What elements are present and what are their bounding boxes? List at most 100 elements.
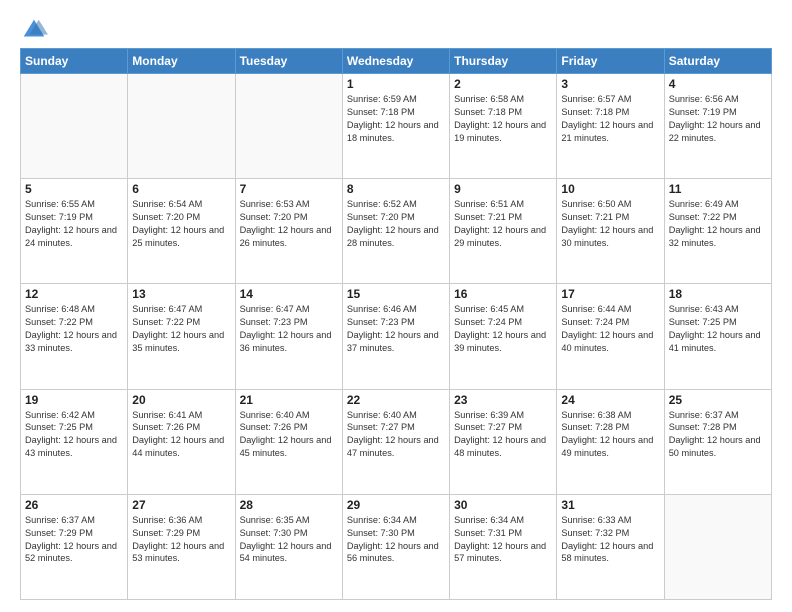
- day-number: 10: [561, 182, 659, 196]
- day-number: 3: [561, 77, 659, 91]
- day-info: Sunrise: 6:44 AMSunset: 7:24 PMDaylight:…: [561, 303, 659, 355]
- day-number: 29: [347, 498, 445, 512]
- day-number: 30: [454, 498, 552, 512]
- day-cell: 11 Sunrise: 6:49 AMSunset: 7:22 PMDayligh…: [664, 179, 771, 284]
- logo-icon: [20, 16, 48, 44]
- day-number: 9: [454, 182, 552, 196]
- day-info: Sunrise: 6:53 AMSunset: 7:20 PMDaylight:…: [240, 198, 338, 250]
- col-header-sunday: Sunday: [21, 49, 128, 74]
- day-number: 5: [25, 182, 123, 196]
- header: [20, 16, 772, 44]
- day-info: Sunrise: 6:59 AMSunset: 7:18 PMDaylight:…: [347, 93, 445, 145]
- day-cell: 24Sunrise: 6:38 AMSunset: 7:28 PMDayligh…: [557, 389, 664, 494]
- calendar-table: SundayMondayTuesdayWednesdayThursdayFrid…: [20, 48, 772, 600]
- day-cell: [235, 74, 342, 179]
- day-cell: 7 Sunrise: 6:53 AMSunset: 7:20 PMDaylight…: [235, 179, 342, 284]
- day-cell: 18Sunrise: 6:43 AMSunset: 7:25 PMDayligh…: [664, 284, 771, 389]
- day-info: Sunrise: 6:56 AMSunset: 7:19 PMDaylight:…: [669, 93, 767, 145]
- logo: [20, 16, 52, 44]
- day-info: Sunrise: 6:51 AMSunset: 7:21 PMDaylight:…: [454, 198, 552, 250]
- day-cell: [664, 494, 771, 599]
- day-number: 4: [669, 77, 767, 91]
- day-info: Sunrise: 6:34 AMSunset: 7:30 PMDaylight:…: [347, 514, 445, 566]
- day-info: Sunrise: 6:47 AMSunset: 7:22 PMDaylight:…: [132, 303, 230, 355]
- day-info: Sunrise: 6:52 AMSunset: 7:20 PMDaylight:…: [347, 198, 445, 250]
- day-number: 16: [454, 287, 552, 301]
- day-cell: 23 Sunrise: 6:39 AMSunset: 7:27 PMDayligh…: [450, 389, 557, 494]
- day-cell: 19 Sunrise: 6:42 AMSunset: 7:25 PMDayligh…: [21, 389, 128, 494]
- week-row-1: 1 Sunrise: 6:59 AMSunset: 7:18 PMDaylight…: [21, 74, 772, 179]
- day-number: 22: [347, 393, 445, 407]
- day-cell: 31 Sunrise: 6:33 AMSunset: 7:32 PMDayligh…: [557, 494, 664, 599]
- day-cell: 13 Sunrise: 6:47 AMSunset: 7:22 PMDayligh…: [128, 284, 235, 389]
- day-info: Sunrise: 6:43 AMSunset: 7:25 PMDaylight:…: [669, 303, 767, 355]
- day-number: 24: [561, 393, 659, 407]
- day-cell: 17Sunrise: 6:44 AMSunset: 7:24 PMDayligh…: [557, 284, 664, 389]
- day-number: 21: [240, 393, 338, 407]
- day-cell: 16 Sunrise: 6:45 AMSunset: 7:24 PMDayligh…: [450, 284, 557, 389]
- day-number: 23: [454, 393, 552, 407]
- week-row-5: 26 Sunrise: 6:37 AMSunset: 7:29 PMDayligh…: [21, 494, 772, 599]
- day-number: 12: [25, 287, 123, 301]
- day-number: 15: [347, 287, 445, 301]
- day-number: 2: [454, 77, 552, 91]
- day-number: 26: [25, 498, 123, 512]
- day-number: 11: [669, 182, 767, 196]
- day-info: Sunrise: 6:37 AMSunset: 7:29 PMDaylight:…: [25, 514, 123, 566]
- day-cell: 3 Sunrise: 6:57 AMSunset: 7:18 PMDaylight…: [557, 74, 664, 179]
- day-number: 31: [561, 498, 659, 512]
- day-cell: 25 Sunrise: 6:37 AMSunset: 7:28 PMDayligh…: [664, 389, 771, 494]
- col-header-thursday: Thursday: [450, 49, 557, 74]
- day-cell: 10 Sunrise: 6:50 AMSunset: 7:21 PMDayligh…: [557, 179, 664, 284]
- calendar-header-row: SundayMondayTuesdayWednesdayThursdayFrid…: [21, 49, 772, 74]
- col-header-saturday: Saturday: [664, 49, 771, 74]
- day-cell: 29 Sunrise: 6:34 AMSunset: 7:30 PMDayligh…: [342, 494, 449, 599]
- day-cell: 27Sunrise: 6:36 AMSunset: 7:29 PMDayligh…: [128, 494, 235, 599]
- day-number: 6: [132, 182, 230, 196]
- day-info: Sunrise: 6:33 AMSunset: 7:32 PMDaylight:…: [561, 514, 659, 566]
- day-info: Sunrise: 6:40 AMSunset: 7:26 PMDaylight:…: [240, 409, 338, 461]
- day-number: 7: [240, 182, 338, 196]
- day-cell: 6 Sunrise: 6:54 AMSunset: 7:20 PMDaylight…: [128, 179, 235, 284]
- day-cell: 14Sunrise: 6:47 AMSunset: 7:23 PMDayligh…: [235, 284, 342, 389]
- day-info: Sunrise: 6:50 AMSunset: 7:21 PMDaylight:…: [561, 198, 659, 250]
- day-cell: 15 Sunrise: 6:46 AMSunset: 7:23 PMDayligh…: [342, 284, 449, 389]
- week-row-3: 12 Sunrise: 6:48 AMSunset: 7:22 PMDayligh…: [21, 284, 772, 389]
- day-info: Sunrise: 6:45 AMSunset: 7:24 PMDaylight:…: [454, 303, 552, 355]
- day-cell: 2Sunrise: 6:58 AMSunset: 7:18 PMDaylight…: [450, 74, 557, 179]
- week-row-4: 19 Sunrise: 6:42 AMSunset: 7:25 PMDayligh…: [21, 389, 772, 494]
- day-info: Sunrise: 6:34 AMSunset: 7:31 PMDaylight:…: [454, 514, 552, 566]
- day-info: Sunrise: 6:48 AMSunset: 7:22 PMDaylight:…: [25, 303, 123, 355]
- col-header-friday: Friday: [557, 49, 664, 74]
- day-cell: 21 Sunrise: 6:40 AMSunset: 7:26 PMDayligh…: [235, 389, 342, 494]
- day-info: Sunrise: 6:40 AMSunset: 7:27 PMDaylight:…: [347, 409, 445, 461]
- day-cell: 8Sunrise: 6:52 AMSunset: 7:20 PMDaylight…: [342, 179, 449, 284]
- day-cell: 30 Sunrise: 6:34 AMSunset: 7:31 PMDayligh…: [450, 494, 557, 599]
- day-cell: [128, 74, 235, 179]
- day-info: Sunrise: 6:54 AMSunset: 7:20 PMDaylight:…: [132, 198, 230, 250]
- day-cell: 9 Sunrise: 6:51 AMSunset: 7:21 PMDaylight…: [450, 179, 557, 284]
- day-info: Sunrise: 6:42 AMSunset: 7:25 PMDaylight:…: [25, 409, 123, 461]
- day-info: Sunrise: 6:49 AMSunset: 7:22 PMDaylight:…: [669, 198, 767, 250]
- day-cell: [21, 74, 128, 179]
- day-info: Sunrise: 6:37 AMSunset: 7:28 PMDaylight:…: [669, 409, 767, 461]
- day-number: 25: [669, 393, 767, 407]
- day-info: Sunrise: 6:35 AMSunset: 7:30 PMDaylight:…: [240, 514, 338, 566]
- day-cell: 5 Sunrise: 6:55 AMSunset: 7:19 PMDaylight…: [21, 179, 128, 284]
- day-number: 20: [132, 393, 230, 407]
- col-header-tuesday: Tuesday: [235, 49, 342, 74]
- day-number: 1: [347, 77, 445, 91]
- day-cell: 20 Sunrise: 6:41 AMSunset: 7:26 PMDayligh…: [128, 389, 235, 494]
- day-info: Sunrise: 6:46 AMSunset: 7:23 PMDaylight:…: [347, 303, 445, 355]
- day-number: 28: [240, 498, 338, 512]
- col-header-wednesday: Wednesday: [342, 49, 449, 74]
- day-info: Sunrise: 6:55 AMSunset: 7:19 PMDaylight:…: [25, 198, 123, 250]
- day-info: Sunrise: 6:41 AMSunset: 7:26 PMDaylight:…: [132, 409, 230, 461]
- day-cell: 12 Sunrise: 6:48 AMSunset: 7:22 PMDayligh…: [21, 284, 128, 389]
- page: SundayMondayTuesdayWednesdayThursdayFrid…: [0, 0, 792, 612]
- day-info: Sunrise: 6:39 AMSunset: 7:27 PMDaylight:…: [454, 409, 552, 461]
- day-number: 13: [132, 287, 230, 301]
- day-info: Sunrise: 6:57 AMSunset: 7:18 PMDaylight:…: [561, 93, 659, 145]
- day-number: 19: [25, 393, 123, 407]
- day-number: 14: [240, 287, 338, 301]
